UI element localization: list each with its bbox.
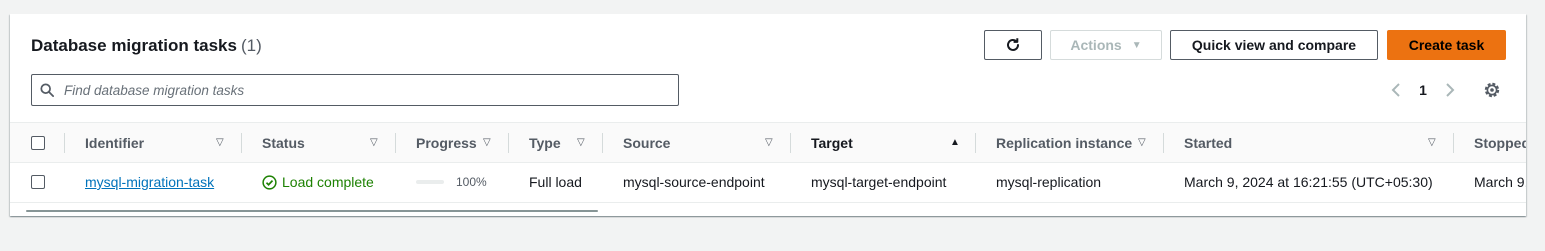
next-page-button[interactable] <box>1442 78 1458 102</box>
create-task-button[interactable]: Create task <box>1387 30 1506 60</box>
sort-icon[interactable]: ▽ <box>1138 137 1146 148</box>
column-header-replication-instance[interactable]: Replication instance <box>996 123 1132 162</box>
progress-bar <box>416 180 444 184</box>
column-divider[interactable] <box>395 133 396 153</box>
row-select-checkbox[interactable] <box>31 175 45 189</box>
table-row[interactable]: mysql-migration-task Load complete 100% … <box>10 162 1526 203</box>
started-cell: March 9, 2024 at 16:21:55 (UTC+05:30) <box>1184 174 1433 190</box>
previous-page-button[interactable] <box>1388 78 1404 102</box>
table-settings-button[interactable] <box>1482 80 1502 100</box>
quick-view-compare-button[interactable]: Quick view and compare <box>1170 30 1378 60</box>
column-header-started[interactable]: Started <box>1184 123 1232 162</box>
column-header-progress[interactable]: Progress <box>416 123 477 162</box>
identifier-cell: mysql-migration-task <box>85 162 214 202</box>
progress-percent: 100% <box>456 175 487 189</box>
task-identifier-link[interactable]: mysql-migration-task <box>85 174 214 190</box>
sort-icon[interactable]: ▽ <box>1428 137 1436 148</box>
type-cell: Full load <box>529 174 582 190</box>
sort-icon[interactable]: ▽ <box>370 137 378 148</box>
status-text: Load complete <box>282 174 374 190</box>
search-box[interactable] <box>31 74 679 106</box>
current-page[interactable]: 1 <box>1404 82 1442 98</box>
replication-instance-cell: mysql-replication <box>996 174 1102 190</box>
progress-cell: 100% <box>416 162 487 202</box>
page-title: Database migration tasks (1) <box>31 36 262 56</box>
status-cell: Load complete <box>262 162 374 202</box>
chevron-right-icon <box>1446 83 1455 97</box>
column-header-target[interactable]: Target <box>811 123 853 162</box>
refresh-icon <box>1007 38 1019 51</box>
column-header-source[interactable]: Source <box>623 123 670 162</box>
column-header-status[interactable]: Status <box>262 123 305 162</box>
table-header: Identifier ▽ Status ▽ Progress ▽ Type ▽ … <box>10 122 1526 163</box>
status-indicator: Load complete <box>262 174 374 190</box>
success-check-icon <box>262 174 277 190</box>
sort-icon[interactable]: ▽ <box>765 137 773 148</box>
sort-ascending-icon[interactable]: ▲ <box>950 137 960 148</box>
actions-label: Actions <box>1070 37 1122 53</box>
column-divider[interactable] <box>508 133 509 153</box>
stopped-cell: March 9, <box>1474 174 1526 190</box>
column-divider <box>64 133 65 153</box>
sort-icon[interactable]: ▽ <box>577 137 585 148</box>
task-count: (1) <box>240 36 262 55</box>
progress-indicator: 100% <box>416 175 487 189</box>
page-title-text: Database migration tasks <box>31 36 237 55</box>
gear-icon <box>1484 82 1500 98</box>
migration-tasks-panel: Database migration tasks (1) Actions ▼ Qu… <box>10 14 1526 216</box>
select-all-checkbox[interactable] <box>31 136 45 150</box>
column-header-identifier[interactable]: Identifier <box>85 123 144 162</box>
pagination: 1 <box>1388 78 1458 102</box>
search-icon <box>40 83 54 97</box>
source-cell: mysql-source-endpoint <box>623 174 765 190</box>
search-input[interactable] <box>64 82 654 98</box>
caret-down-icon: ▼ <box>1131 39 1142 51</box>
column-header-stopped[interactable]: Stopped <box>1474 123 1526 162</box>
refresh-button[interactable] <box>984 30 1042 60</box>
chevron-left-icon <box>1391 83 1400 97</box>
column-divider[interactable] <box>241 133 242 153</box>
column-divider[interactable] <box>1453 133 1454 153</box>
column-divider[interactable] <box>1163 133 1164 153</box>
column-header-type[interactable]: Type <box>529 123 561 162</box>
target-cell: mysql-target-endpoint <box>811 174 947 190</box>
column-divider[interactable] <box>975 133 976 153</box>
sort-icon[interactable]: ▽ <box>216 137 224 148</box>
actions-button[interactable]: Actions ▼ <box>1050 30 1162 60</box>
horizontal-scrollbar[interactable] <box>26 210 598 212</box>
column-divider[interactable] <box>602 133 603 153</box>
column-divider[interactable] <box>790 133 791 153</box>
sort-icon[interactable]: ▽ <box>483 137 491 148</box>
